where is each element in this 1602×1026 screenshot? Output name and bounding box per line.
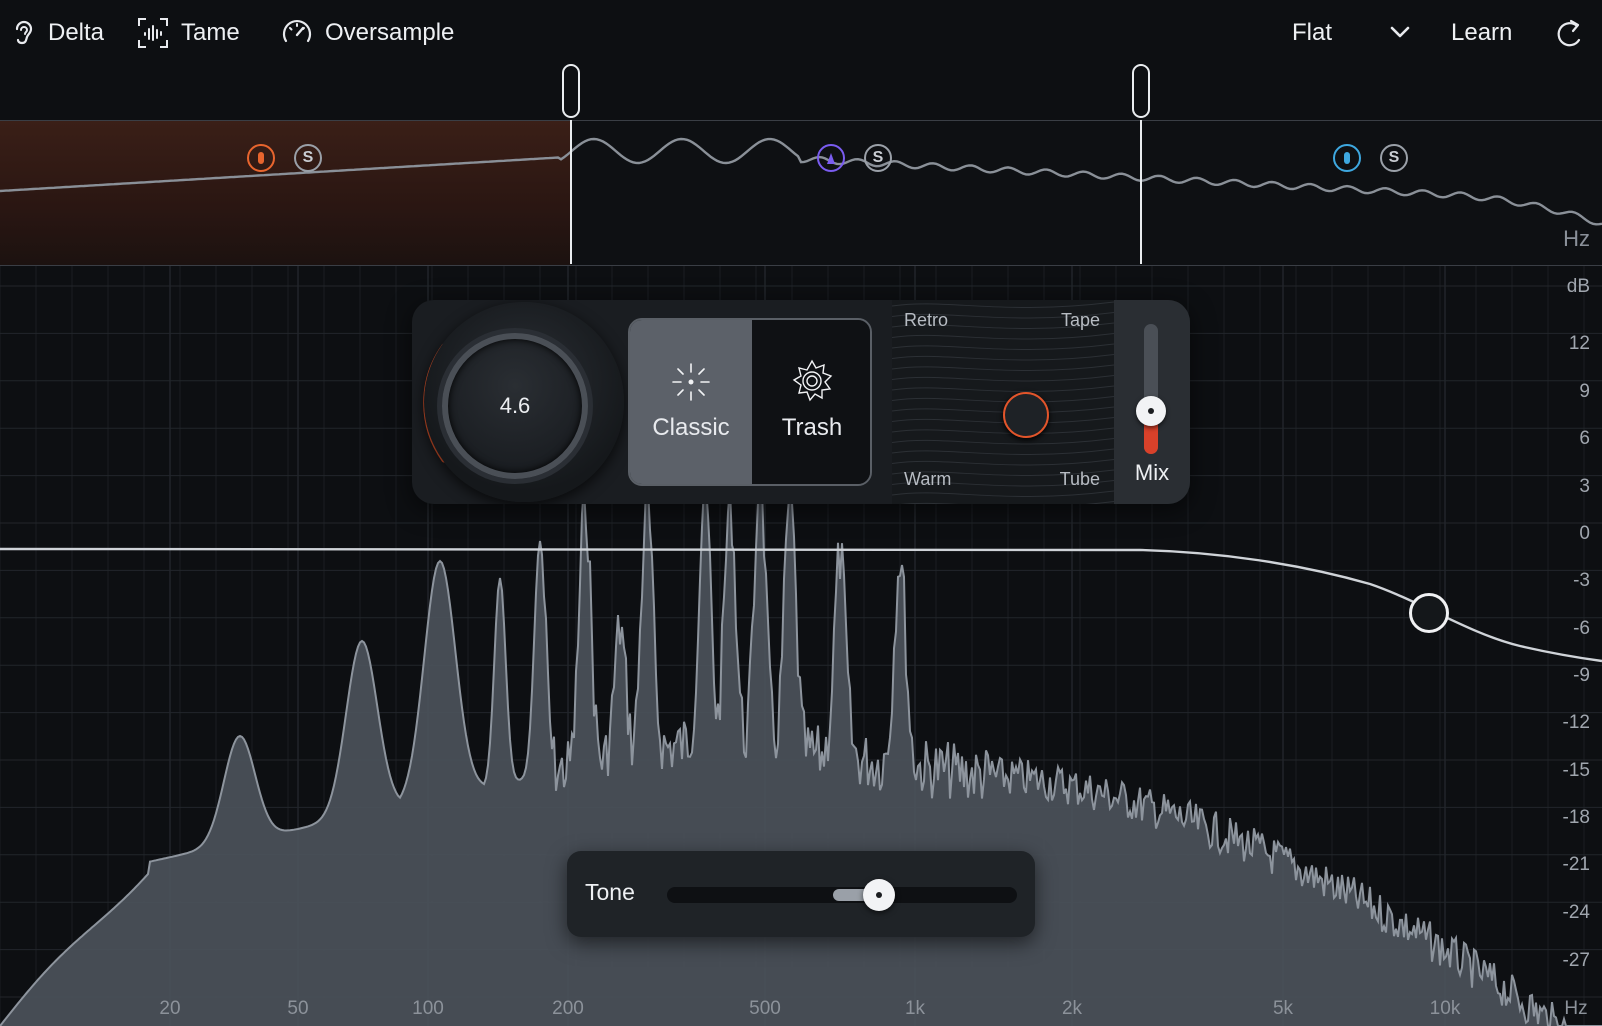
high-band-bypass-button[interactable] [1333,144,1361,172]
preset-dropdown[interactable]: Flat [1292,14,1332,52]
db-tick-label: -6 [1573,618,1590,639]
mode-selector: Classic Trash [628,318,872,486]
band-curve [0,137,1602,226]
db-tick-label: -12 [1562,712,1590,733]
chevron-down-icon[interactable] [1388,22,1412,47]
eq-curve [0,547,1602,663]
db-unit: dB [1566,276,1590,297]
xy-puck[interactable] [1003,392,1049,438]
power-pill-icon [258,152,264,164]
db-tick-label: -21 [1562,854,1590,875]
tame-icon [138,18,168,48]
hz-tick-label: 1k [904,998,926,1019]
hz-tick-label: 5k [1272,998,1294,1019]
tone-panel: Tone [567,851,1035,937]
band-strip[interactable] [0,120,1602,266]
eq-node[interactable] [1409,593,1449,633]
hz-tick-label: 20 [159,998,181,1019]
crossover-handle-1[interactable] [562,64,580,118]
mid-band-solo-button[interactable]: S [864,144,892,172]
gauge-icon [282,20,312,43]
db-tick-label: 3 [1579,476,1590,497]
xy-label-retro: Retro [904,310,949,330]
db-tick-label: 0 [1579,523,1590,544]
top-toolbar: Delta Tame Oversample Flat Learn [0,0,1602,66]
db-tick-label: 6 [1579,428,1590,449]
db-tick-label: 12 [1568,333,1590,354]
hz-tick-label: 2k [1061,998,1083,1019]
db-tick-label: -9 [1573,665,1590,686]
peak-icon [827,153,835,164]
power-pill-icon [1344,152,1350,164]
mid-band-bypass-button[interactable] [817,144,845,172]
solo-label: S [872,149,884,166]
refresh-icon[interactable] [1553,17,1585,56]
hz-tick-label: 100 [412,998,444,1019]
tame-button[interactable]: Tame [137,14,240,52]
xy-label-warm: Warm [904,469,952,489]
crossover-handle-2[interactable] [1132,64,1150,118]
low-band-bypass-button[interactable] [247,144,275,172]
tame-label: Tame [181,19,240,46]
db-tick-label: -15 [1562,760,1590,781]
spectrum-fill [0,486,1602,1026]
solo-label: S [1388,149,1400,166]
learn-label: Learn [1451,19,1513,46]
crossover-line-2 [1140,120,1142,264]
db-tick-label: -24 [1562,902,1590,923]
xy-label-tube: Tube [1059,469,1100,489]
saturation-panel: 4.6 Classic Trash Retro Tape Warm Tube M… [412,300,1190,504]
mix-control: Mix [1114,300,1190,504]
hz-tick-label: 200 [552,998,584,1019]
learn-button[interactable]: Learn [1451,14,1512,52]
delta-button[interactable]: Delta [12,14,104,52]
tone-slider-thumb[interactable] [863,879,895,911]
mode-trash-label: Trash [781,414,843,441]
low-band-solo-button[interactable]: S [294,144,322,172]
drive-knob-wrap: 4.6 [412,300,624,504]
mix-slider-thumb[interactable] [1136,396,1166,426]
crossover-line-1 [570,120,572,264]
sparkle-icon [672,363,710,401]
db-tick-label: -27 [1562,950,1590,971]
ear-icon [15,20,33,45]
hz-tick-label: 10k [1429,998,1461,1019]
oversample-label: Oversample [325,19,455,46]
mode-classic-label: Classic [652,414,730,441]
xy-label-tape: Tape [1060,310,1100,330]
character-xy-pad[interactable]: Retro Tape Warm Tube [892,300,1114,504]
hz-tick-label: 50 [287,998,309,1019]
mode-classic-button[interactable]: Classic [630,320,752,484]
burst-icon [792,359,833,402]
db-tick-label: 9 [1579,381,1590,402]
mix-label: Mix [1134,460,1170,485]
mode-trash-button[interactable]: Trash [752,320,870,484]
tone-label: Tone [585,879,635,905]
db-tick-label: -18 [1562,807,1590,828]
delta-label: Delta [48,19,105,46]
drive-value: 4.6 [499,393,531,418]
hz-tick-label: 500 [749,998,781,1019]
db-tick-label: -3 [1573,570,1590,591]
strip-hz-unit: Hz [1563,226,1590,251]
hz-unit: Hz [1564,998,1588,1019]
high-band-solo-button[interactable]: S [1380,144,1408,172]
preset-value: Flat [1292,19,1333,46]
solo-label: S [302,149,314,166]
oversample-button[interactable]: Oversample [281,14,454,52]
